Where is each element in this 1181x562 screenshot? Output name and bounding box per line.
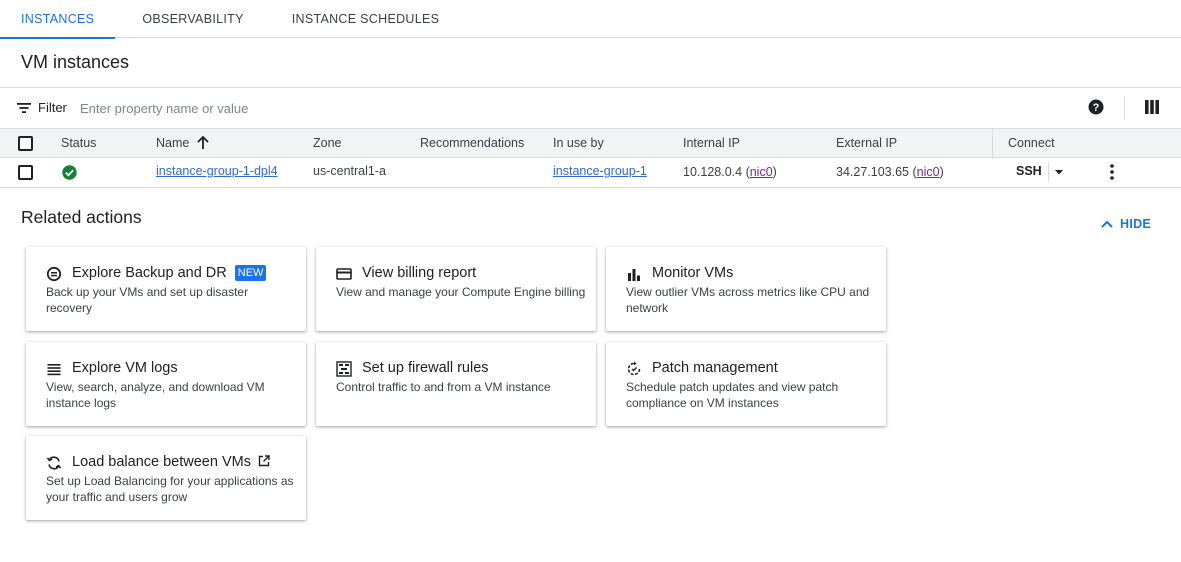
internal-ip-value: 10.128.0.4 (nic0): [683, 165, 777, 179]
card-monitor-vms[interactable]: Monitor VMs View outlier VMs across metr…: [606, 247, 886, 331]
page-title: VM instances: [21, 52, 130, 72]
column-header-recommendations[interactable]: Recommendations: [420, 136, 524, 150]
card-title: Explore VM logs: [72, 360, 178, 376]
card-patch-management[interactable]: Patch management Schedule patch updates …: [606, 342, 886, 426]
svg-text:?: ?: [1093, 102, 1100, 114]
card-title: View billing report: [362, 265, 477, 281]
card-title: Set up firewall rules: [362, 360, 489, 376]
row-checkbox[interactable]: [18, 165, 33, 180]
card-description: View, search, analyze, and download VM i…: [46, 380, 265, 410]
card-title: Explore Backup and DR NEW: [72, 265, 267, 281]
select-all-checkbox[interactable]: [18, 136, 33, 151]
tab-instances[interactable]: INSTANCES: [0, 0, 116, 39]
zone-value: us-central1-a: [313, 164, 386, 178]
card-load-balance[interactable]: Load balance between VMs Set up Load Bal…: [26, 436, 306, 520]
card-title: Monitor VMs: [652, 265, 734, 281]
external-ip-value: 34.27.103.65 (nic0): [836, 165, 944, 179]
filter-icon[interactable]: [17, 101, 31, 115]
filter-input[interactable]: [80, 96, 680, 120]
tab-instance-schedules[interactable]: INSTANCE SCHEDULES: [265, 0, 461, 38]
card-description: Set up Load Balancing for your applicati…: [46, 474, 294, 504]
column-header-zone[interactable]: Zone: [313, 136, 342, 150]
column-display-icon[interactable]: [1145, 100, 1159, 114]
column-header-in-use-by[interactable]: In use by: [553, 136, 604, 150]
sort-ascending-icon[interactable]: [196, 136, 210, 150]
card-description: View and manage your Compute Engine bill…: [336, 285, 586, 299]
card-description: View outlier VMs across metrics like CPU…: [626, 285, 870, 315]
hide-label: HIDE: [1120, 217, 1152, 231]
column-header-connect: Connect: [1008, 136, 1055, 150]
logs-list-icon: [47, 364, 61, 376]
external-link-icon: [258, 455, 270, 467]
toolbar-divider: [1124, 96, 1125, 120]
column-header-status[interactable]: Status: [61, 136, 96, 150]
card-firewall-rules[interactable]: Set up firewall rules Control traffic to…: [316, 342, 596, 426]
tab-bar: INSTANCES OBSERVABILITY INSTANCE SCHEDUL…: [0, 0, 1181, 39]
card-title: Patch management: [652, 360, 778, 376]
table-row: instance-group-1-dpl4 us-central1-a inst…: [0, 157, 1181, 188]
chevron-up-icon: [1101, 220, 1113, 228]
new-badge: NEW: [234, 265, 267, 281]
filter-bar: Filter ?: [0, 88, 1181, 129]
card-billing-report[interactable]: View billing report View and manage your…: [316, 247, 596, 331]
column-header-name[interactable]: Name: [156, 136, 189, 150]
card-title-text: Load balance between VMs: [72, 454, 251, 470]
filter-label[interactable]: Filter: [38, 100, 67, 115]
related-actions-title: Related actions: [21, 207, 142, 227]
status-running-icon: [62, 165, 77, 180]
firewall-icon: [336, 361, 352, 377]
tab-observability[interactable]: OBSERVABILITY: [115, 0, 264, 38]
card-description: Schedule patch updates and view patch co…: [626, 380, 839, 410]
ssh-button[interactable]: SSH: [1016, 164, 1042, 178]
external-ip: 34.27.103.65: [836, 165, 909, 179]
column-header-external-ip[interactable]: External IP: [836, 136, 897, 150]
card-title-text: Explore Backup and DR: [72, 265, 227, 281]
load-balance-icon: [46, 456, 62, 470]
card-backup-dr[interactable]: Explore Backup and DR NEW Back up your VM…: [26, 247, 306, 331]
internal-ip: 10.128.0.4: [683, 165, 743, 179]
patch-icon: [627, 361, 641, 376]
card-description: Back up your VMs and set up disaster rec…: [46, 285, 249, 315]
help-icon[interactable]: ?: [1088, 99, 1104, 115]
external-nic-link[interactable]: nic0: [917, 165, 940, 179]
backup-icon: [46, 266, 62, 282]
card-description: Control traffic to and from a VM instanc…: [336, 380, 551, 394]
chevron-down-icon[interactable]: [1053, 166, 1065, 178]
internal-nic-link[interactable]: nic0: [750, 165, 773, 179]
hide-button[interactable]: HIDE: [1100, 217, 1151, 231]
more-actions-icon[interactable]: [1104, 163, 1120, 181]
instance-name-link[interactable]: instance-group-1-dpl4: [156, 164, 278, 178]
column-header-internal-ip[interactable]: Internal IP: [683, 136, 740, 150]
column-divider: [992, 129, 993, 159]
billing-card-icon: [336, 268, 352, 280]
in-use-by-link[interactable]: instance-group-1: [553, 164, 647, 178]
card-vm-logs[interactable]: Explore VM logs View, search, analyze, a…: [26, 342, 306, 426]
table-header: Status Name Zone Recommendations In use …: [0, 128, 1181, 159]
card-title: Load balance between VMs: [72, 454, 270, 470]
ssh-divider: [1048, 162, 1049, 182]
bar-chart-icon: [628, 269, 640, 281]
